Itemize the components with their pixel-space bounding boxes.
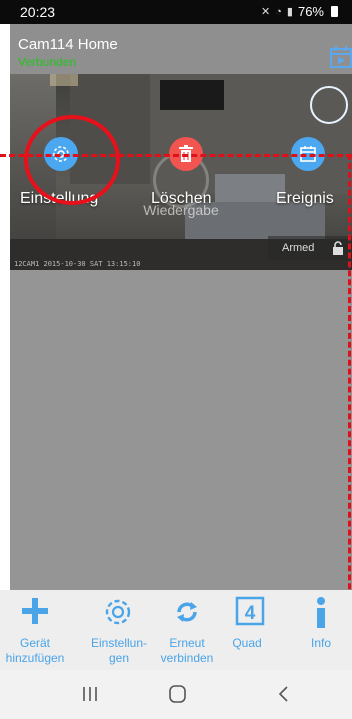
system-nav-bar bbox=[0, 670, 352, 719]
video-couch bbox=[215, 174, 285, 204]
video-lamp bbox=[50, 74, 78, 86]
lock-icon bbox=[333, 241, 343, 255]
bottom-toolbar: Gerät hinzufügen Einstellun-gen Erneut ver… bbox=[0, 590, 352, 670]
armed-status[interactable]: Armed bbox=[268, 236, 352, 260]
app-content: Cam114 Home Verbunden Wiedergabe Einstel… bbox=[10, 24, 352, 590]
calendar-playback-icon[interactable] bbox=[330, 46, 352, 68]
wifi-icon: ◔ bbox=[275, 5, 282, 18]
video-tv bbox=[160, 80, 224, 110]
quad-badge: 4 bbox=[245, 603, 256, 624]
plus-icon bbox=[22, 598, 48, 624]
annotation-dashed-line bbox=[0, 154, 352, 157]
video-timestamp: 12CAM1 2015-10-30 SAT 13:15:10 bbox=[14, 260, 141, 268]
back-icon[interactable] bbox=[272, 684, 296, 704]
armed-label: Armed bbox=[282, 242, 315, 254]
add-device-button[interactable]: Gerät hinzufügen bbox=[0, 590, 70, 670]
signal-icon: ▮ bbox=[286, 6, 293, 18]
event-label[interactable]: Ereignis bbox=[276, 190, 334, 208]
recents-icon[interactable] bbox=[78, 684, 102, 704]
status-bar: 20:23 ✕ ◔ ▮ 76% bbox=[0, 0, 352, 24]
settings-toolbar-button[interactable]: Einstellun-gen bbox=[84, 590, 154, 670]
gear-icon bbox=[105, 599, 131, 625]
camera-title: Cam114 Home bbox=[18, 36, 118, 53]
annotation-circle bbox=[24, 115, 120, 205]
home-icon[interactable] bbox=[166, 684, 190, 704]
mute-icon: ✕ bbox=[261, 6, 271, 18]
settings-toolbar-label: Einstellun-gen bbox=[90, 636, 148, 665]
delete-label[interactable]: Löschen bbox=[151, 190, 212, 208]
add-device-label: Gerät hinzufügen bbox=[5, 636, 65, 665]
info-button[interactable]: Info bbox=[286, 590, 352, 670]
info-icon bbox=[317, 597, 325, 628]
connection-status: Verbunden bbox=[18, 55, 77, 69]
refresh-icon bbox=[177, 602, 197, 622]
battery-level: 76% bbox=[297, 4, 324, 19]
quad-view-button[interactable]: 4 Quad bbox=[212, 590, 282, 670]
ptz-ring-icon[interactable] bbox=[310, 86, 348, 124]
battery-icon bbox=[331, 6, 338, 17]
camera-header: Cam114 Home Verbunden bbox=[10, 24, 352, 74]
status-time: 20:23 bbox=[20, 4, 56, 20]
quad-icon: 4 bbox=[235, 596, 265, 626]
quad-label: Quad bbox=[232, 636, 262, 650]
status-icons: ✕ ◔ ▮ 76% bbox=[261, 4, 338, 19]
annotation-dashed-line bbox=[348, 154, 351, 634]
info-label: Info bbox=[310, 636, 331, 650]
